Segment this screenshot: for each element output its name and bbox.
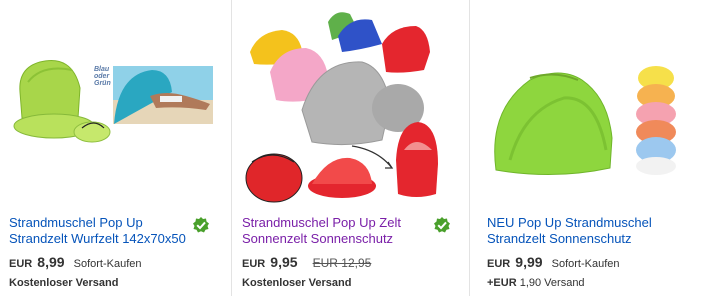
listing-grid: Blau oder Grün Strandmuschel Pop Up Stra…	[0, 0, 703, 296]
image-tag-label: oder	[94, 73, 110, 80]
shipping-label: 1,90 Versand	[519, 277, 585, 289]
price-value: 9,95	[270, 254, 298, 270]
price-row: EUR 9,95 EUR 12,95	[242, 254, 371, 270]
product-image[interactable]	[232, 0, 469, 210]
product-image[interactable]: Blau oder Grün	[0, 0, 231, 210]
price-currency: EUR	[9, 258, 33, 270]
shipping-label: Kostenloser Versand	[242, 277, 352, 289]
price-currency: EUR	[242, 258, 266, 270]
original-price: EUR 12,95	[312, 256, 372, 270]
price-row: EUR 8,99 Sofort-Kaufen	[9, 254, 141, 270]
listing-card: Blau oder Grün Strandmuschel Pop Up Stra…	[0, 0, 232, 296]
listing-title-link[interactable]: Strandmuschel Pop Up Strandzelt Wurfzelt…	[9, 215, 189, 246]
image-tag-label: Grün	[94, 80, 111, 87]
price-value: 9,99	[515, 254, 543, 270]
verified-check-icon	[193, 217, 209, 233]
verified-check-icon	[434, 217, 450, 233]
shipping-info: +EUR 1,90 Versand	[487, 277, 585, 289]
listing-card: Strandmuschel Pop Up Zelt Sonnenzelt Son…	[232, 0, 470, 296]
shipping-info: Kostenloser Versand	[242, 277, 351, 289]
listing-title-link[interactable]: Strandmuschel Pop Up Zelt Sonnenzelt Son…	[242, 215, 427, 246]
shipping-info: Kostenloser Versand	[9, 277, 118, 289]
shipping-label: Kostenloser Versand	[9, 277, 119, 289]
price-currency: EUR	[487, 258, 511, 270]
shipping-cost-prefix: +EUR	[487, 277, 517, 289]
product-image[interactable]	[470, 0, 703, 210]
buy-format-label: Sofort-Kaufen	[73, 258, 142, 270]
price-value: 8,99	[37, 254, 65, 270]
price-row: EUR 9,99 Sofort-Kaufen	[487, 254, 619, 270]
buy-format-label: Sofort-Kaufen	[551, 258, 620, 270]
listing-card: NEU Pop Up Strandmuschel Strandzelt Sonn…	[470, 0, 703, 296]
image-tag-label: Blau	[94, 66, 110, 73]
listing-title-link[interactable]: NEU Pop Up Strandmuschel Strandzelt Sonn…	[487, 215, 687, 246]
